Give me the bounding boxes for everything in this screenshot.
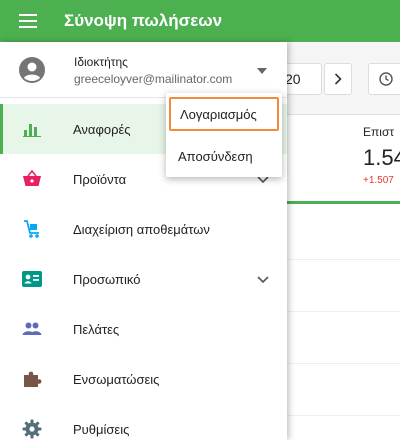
basket-icon [22, 169, 42, 189]
sidebar-item-integrations[interactable]: Ενσωματώσεις [0, 354, 287, 404]
sidebar-item-label: Προϊόντα [73, 171, 127, 187]
divider [279, 363, 400, 364]
sidebar-item-label: Ενσωματώσεις [73, 371, 160, 387]
date-range-text: 20 [285, 71, 301, 87]
card-delta: +1.507 [363, 175, 394, 186]
next-period-button[interactable] [324, 63, 352, 95]
account-menu: Λογαριασμός Αποσύνδεση [166, 93, 282, 177]
menu-button[interactable] [0, 0, 56, 42]
sidebar-item-inventory[interactable]: Διαχείριση αποθεμάτων [0, 204, 287, 254]
caret-down-icon [257, 68, 267, 74]
avatar-icon [19, 57, 45, 83]
card-accent-line [279, 201, 400, 204]
sidebar-item-employees[interactable]: Προσωπικό [0, 254, 287, 304]
clock-icon [379, 72, 393, 86]
account-email: greeceloyver@mailinator.com [74, 72, 233, 86]
time-filter-button[interactable] [368, 63, 400, 95]
hamburger-icon [19, 14, 37, 28]
divider [279, 415, 400, 416]
sidebar-item-label: Προσωπικό [73, 271, 141, 287]
account-role: Ιδιοκτήτης [74, 55, 128, 69]
app-bar: Σύνοψη πωλήσεων [0, 0, 400, 42]
sidebar-item-settings[interactable]: Ρυθμίσεις [0, 404, 287, 440]
puzzle-icon [22, 369, 42, 389]
account-header[interactable]: Ιδιοκτήτης greeceloyver@mailinator.com [0, 42, 287, 98]
chevron-right-icon [334, 73, 342, 85]
chevron-down-icon [257, 276, 269, 284]
divider [279, 311, 400, 312]
employee-badge-icon [22, 269, 42, 289]
customers-icon [22, 319, 42, 339]
divider [279, 259, 400, 260]
bar-chart-icon [22, 119, 42, 139]
sidebar-item-customers[interactable]: Πελάτες [0, 304, 287, 354]
sidebar-item-label: Πελάτες [73, 321, 120, 337]
logout-menu-item[interactable]: Αποσύνδεση [166, 139, 282, 173]
gear-icon [22, 419, 42, 439]
sidebar-item-label: Διαχείριση αποθεμάτων [73, 221, 210, 237]
page-title: Σύνοψη πωλήσεων [64, 11, 223, 30]
account-menu-item[interactable]: Λογαριασμός [169, 97, 279, 131]
inventory-cart-icon [22, 219, 42, 239]
sidebar-item-label: Ρυθμίσεις [73, 421, 130, 437]
card-label: Επιστ [363, 125, 395, 139]
card-value: 1.54 [363, 145, 400, 170]
sidebar-item-label: Αναφορές [73, 121, 131, 137]
summary-card: Επιστ 1.54 +1.507 [278, 114, 400, 440]
